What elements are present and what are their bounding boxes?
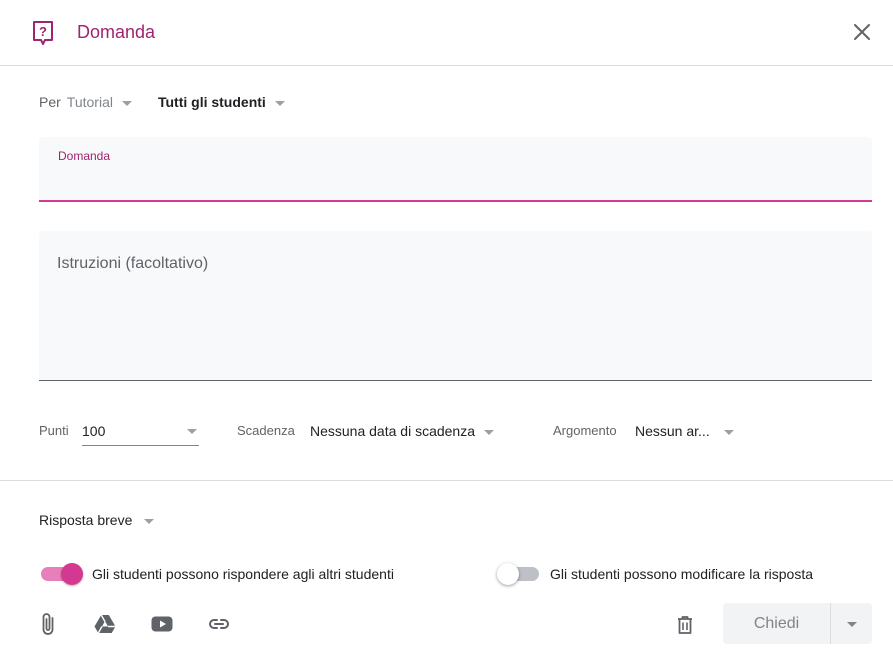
students-select-value: Tutti gli studenti <box>157 94 266 110</box>
chevron-down-icon <box>723 429 734 435</box>
toggle-thumb <box>497 563 519 585</box>
chevron-down-icon <box>121 100 132 106</box>
for-label: Per <box>39 94 61 110</box>
chevron-down-icon <box>484 429 494 435</box>
answer-type-value: Risposta breve <box>39 512 133 528</box>
due-label: Scadenza <box>237 423 295 438</box>
topic-select[interactable]: Nessun ar... <box>635 423 734 439</box>
edit-toggle-label: Gli studenti possono modificare la rispo… <box>550 566 814 582</box>
youtube-icon[interactable] <box>150 612 174 636</box>
reply-toggle[interactable] <box>39 562 83 586</box>
students-select[interactable]: Tutti gli studenti <box>158 92 285 112</box>
chevron-down-icon <box>144 518 155 524</box>
paperclip-icon[interactable] <box>36 612 60 636</box>
class-select-value: Tutorial <box>66 94 113 110</box>
edit-toggle[interactable] <box>497 562 541 586</box>
points-label: Punti <box>39 423 69 438</box>
chevron-down-icon <box>187 429 197 434</box>
question-box-icon: ? <box>33 21 53 45</box>
dialog-title: Domanda <box>77 22 156 42</box>
link-icon[interactable] <box>207 612 231 636</box>
due-select[interactable]: Nessuna data di scadenza <box>310 423 494 439</box>
topic-value: Nessun ar... <box>635 423 710 439</box>
trash-icon[interactable] <box>673 613 697 637</box>
reply-toggle-row: Gli studenti possono rispondere agli alt… <box>39 562 394 586</box>
points-select[interactable]: 100 <box>82 418 199 446</box>
class-select[interactable]: Tutorial <box>67 92 132 112</box>
meta-row: Punti 100 Scadenza Nessuna data di scade… <box>39 418 839 446</box>
ask-options-button[interactable] <box>831 603 872 644</box>
chevron-down-icon <box>846 622 857 627</box>
answer-type-select[interactable]: Risposta breve <box>39 512 155 528</box>
points-value: 100 <box>82 423 106 439</box>
divider <box>0 480 893 481</box>
instructions-textarea[interactable]: Istruzioni (facoltativo) <box>39 231 872 381</box>
ask-button[interactable]: Chiedi <box>723 603 831 644</box>
instructions-placeholder: Istruzioni (facoltativo) <box>57 255 209 272</box>
due-value: Nessuna data di scadenza <box>310 423 475 439</box>
close-icon[interactable] <box>850 20 874 44</box>
question-input-label: Domanda <box>58 149 111 163</box>
edit-toggle-row: Gli studenti possono modificare la rispo… <box>497 562 813 586</box>
svg-text:?: ? <box>39 24 47 39</box>
topic-label: Argomento <box>553 423 617 438</box>
reply-toggle-label: Gli studenti possono rispondere agli alt… <box>92 566 394 582</box>
audience-row: Per Tutorial Tutti gli studenti <box>39 92 285 112</box>
chevron-down-icon <box>274 100 285 106</box>
question-input[interactable]: Domanda <box>39 137 872 202</box>
dialog-header: ? Domanda <box>0 0 893 66</box>
google-drive-icon[interactable] <box>93 612 117 636</box>
ask-button-group: Chiedi <box>723 603 872 644</box>
toggle-thumb <box>61 563 83 585</box>
attachment-toolbar <box>36 610 264 638</box>
